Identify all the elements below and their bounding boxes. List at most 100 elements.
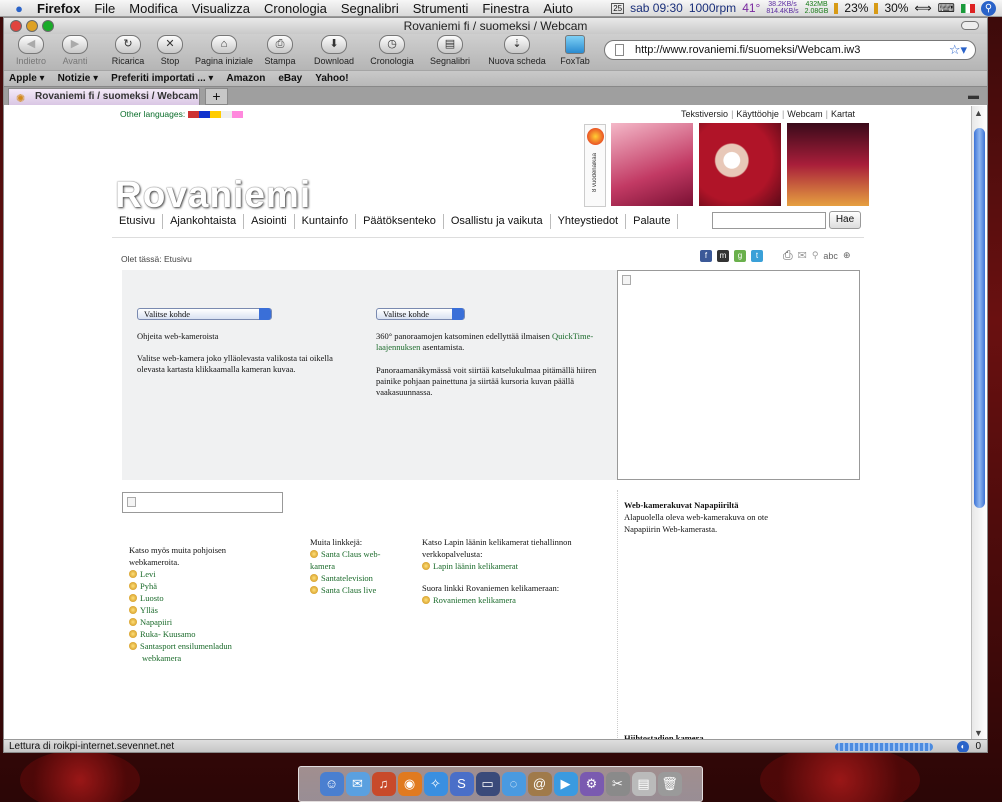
flag-italy-icon[interactable] bbox=[961, 3, 975, 13]
nav-asiointi[interactable]: Asiointi bbox=[244, 213, 295, 229]
bookmark-apple[interactable]: Apple ▾ bbox=[9, 73, 45, 84]
utility-icon[interactable]: ✂ bbox=[605, 772, 630, 796]
system-preferences-icon[interactable]: ⚙ bbox=[579, 772, 604, 796]
nav-ajankohtaista[interactable]: Ajankohtaista bbox=[163, 213, 245, 229]
itunes-icon[interactable]: ♫ bbox=[371, 772, 396, 796]
bookmark-preferiti-importati[interactable]: Preferiti importati ... ▾ bbox=[111, 73, 213, 84]
link-santasport[interactable]: Santasport ensilumenladun webkamera bbox=[129, 640, 254, 664]
quicktime-icon[interactable]: ▶ bbox=[553, 772, 578, 796]
new-tab-button[interactable]: ⇣ Nuova scheda bbox=[482, 35, 552, 66]
nav-osallistu[interactable]: Osallistu ja vaikuta bbox=[444, 213, 551, 229]
nav-paatoksenteko[interactable]: Päätöksenteko bbox=[356, 213, 444, 229]
foxtab-button[interactable]: FoxTab bbox=[556, 35, 594, 66]
back-button[interactable]: ◀ Indietro bbox=[10, 35, 52, 66]
trash-icon[interactable]: 🗑 bbox=[657, 772, 682, 796]
language-flags-icon[interactable] bbox=[188, 111, 244, 119]
url-bar[interactable]: http://www.rovaniemi.fi/suomeksi/Webcam.… bbox=[604, 40, 976, 60]
menu-firefox[interactable]: Firefox bbox=[30, 1, 87, 16]
vertical-scrollbar[interactable]: ▲ ▼ bbox=[971, 106, 987, 740]
link-kartat[interactable]: Kartat bbox=[828, 109, 858, 119]
bookmark-amazon[interactable]: Amazon bbox=[226, 73, 265, 84]
apple-menu-icon[interactable]: ● bbox=[8, 1, 30, 16]
link-santatelevision[interactable]: Santatelevision bbox=[310, 572, 390, 584]
link-lapin-laanin-kelikamerat[interactable]: Lapin läänin kelikamerat bbox=[422, 560, 597, 572]
zoom-in-icon[interactable]: ⊕ bbox=[843, 250, 851, 261]
finder-icon[interactable]: ☺ bbox=[319, 772, 344, 796]
close-window-button[interactable] bbox=[10, 20, 22, 32]
link-tekstiversio[interactable]: Tekstiversio bbox=[678, 109, 731, 119]
select-camera-left[interactable]: Valitse kohde bbox=[137, 308, 272, 320]
google-bookmark-icon[interactable]: g bbox=[734, 249, 746, 262]
bookmark-yahoo[interactable]: Yahoo! bbox=[315, 73, 348, 84]
reload-button[interactable]: ↻ Ricarica bbox=[106, 35, 150, 66]
tab-rovaniemi-webcam[interactable]: ✺ Rovaniemi fi / suomeksi / Webcam bbox=[8, 88, 200, 105]
nav-etusivu[interactable]: Etusivu bbox=[112, 213, 164, 229]
nav-palaute[interactable]: Palaute bbox=[626, 213, 679, 229]
download-button[interactable]: ⬇ Download bbox=[308, 35, 360, 66]
zoom-window-button[interactable] bbox=[42, 20, 54, 32]
skype-icon[interactable]: S bbox=[449, 772, 474, 796]
scroll-up-icon[interactable]: ▲ bbox=[974, 108, 983, 118]
tab-list-menu-icon[interactable]: ▬ bbox=[968, 90, 979, 102]
print-button[interactable]: ⎙ Stampa bbox=[260, 35, 300, 66]
link-kayttoohje[interactable]: Käyttöohje bbox=[733, 109, 782, 119]
nav-yhteystiedot[interactable]: Yhteystiedot bbox=[551, 213, 627, 229]
status-bar: Lettura di roikpi-internet.sevennet.net … bbox=[4, 739, 987, 752]
menu-aiuto[interactable]: Aiuto bbox=[536, 1, 580, 16]
address-book-icon[interactable]: @ bbox=[527, 772, 552, 796]
mail-icon[interactable]: ✉ bbox=[345, 772, 370, 796]
safari-icon[interactable]: ✧ bbox=[423, 772, 448, 796]
link-santa-claus-live[interactable]: Santa Claus live bbox=[310, 584, 390, 596]
clock[interactable]: sab 09:30 bbox=[630, 1, 683, 15]
menu-visualizza[interactable]: Visualizza bbox=[185, 1, 257, 16]
link-yllas[interactable]: Ylläs bbox=[129, 604, 254, 616]
keyboard-icon[interactable]: ⌨ bbox=[938, 1, 955, 15]
link-luosto[interactable]: Luosto bbox=[129, 592, 254, 604]
display-arrows-icon[interactable]: ⟺ bbox=[914, 1, 931, 15]
zoom-out-icon[interactable]: ⚲ bbox=[812, 250, 819, 261]
menu-modifica[interactable]: Modifica bbox=[122, 1, 184, 16]
bookmark-notizie[interactable]: Notizie ▾ bbox=[58, 73, 99, 84]
link-pyha[interactable]: Pyhä bbox=[129, 580, 254, 592]
scroll-down-icon[interactable]: ▼ bbox=[974, 728, 983, 738]
minimize-window-button[interactable] bbox=[26, 20, 38, 32]
spotlight-search-icon[interactable]: ⚲ bbox=[981, 0, 996, 16]
link-santa-claus-webcam[interactable]: Santa Claus web-kamera bbox=[310, 548, 390, 572]
link-rovaniemen-kelikamera[interactable]: Rovaniemen kelikamera bbox=[422, 594, 597, 606]
link-levi[interactable]: Levi bbox=[129, 568, 254, 580]
calendar-icon[interactable]: 25 bbox=[611, 2, 625, 14]
link-ruka-kuusamo[interactable]: Ruka- Kuusamo bbox=[129, 628, 254, 640]
menu-finestra[interactable]: Finestra bbox=[475, 1, 536, 16]
scrollbar-thumb[interactable] bbox=[974, 128, 985, 508]
firefox-icon[interactable]: ◉ bbox=[397, 772, 422, 796]
new-tab-plus-button[interactable]: + bbox=[205, 88, 228, 105]
bookmarks-button[interactable]: ▤ Segnalibri bbox=[424, 35, 476, 66]
bookmark-ebay[interactable]: eBay bbox=[278, 73, 302, 84]
adblock-icon[interactable]: ◐ bbox=[957, 741, 969, 752]
menu-cronologia[interactable]: Cronologia bbox=[257, 1, 334, 16]
site-search-input[interactable] bbox=[712, 212, 826, 229]
link-webcam[interactable]: Webcam bbox=[784, 109, 825, 119]
seasons-logo-tile[interactable]: 8 vuodenaikaa bbox=[584, 124, 606, 207]
menu-segnalibri[interactable]: Segnalibri bbox=[334, 1, 406, 16]
facebook-icon[interactable]: f bbox=[700, 249, 712, 262]
twitter-icon[interactable]: t bbox=[751, 249, 763, 262]
history-button[interactable]: ◷ Cronologia bbox=[366, 35, 418, 66]
link-napapiiri[interactable]: Napapiiri bbox=[129, 616, 254, 628]
ichat-icon[interactable]: ◌ bbox=[501, 772, 526, 796]
print-page-icon[interactable]: ⎙ bbox=[783, 248, 793, 263]
myspace-icon[interactable]: m bbox=[717, 249, 729, 262]
select-camera-right[interactable]: Valitse kohde bbox=[376, 308, 465, 320]
downloads-stack-icon[interactable]: ▤ bbox=[631, 772, 656, 796]
site-search-button[interactable]: Hae bbox=[829, 211, 861, 229]
menu-file[interactable]: File bbox=[87, 1, 122, 16]
bookmark-star-icon[interactable]: ☆▾ bbox=[949, 41, 967, 59]
monitor-icon[interactable]: ▭ bbox=[475, 772, 500, 796]
stop-button[interactable]: ✕ Stop bbox=[152, 35, 188, 66]
forward-button[interactable]: ▶ Avanti bbox=[54, 35, 96, 66]
home-button[interactable]: ⌂ Pagina iniziale bbox=[192, 35, 256, 66]
toolbar-toggle-button[interactable] bbox=[961, 21, 979, 30]
email-icon[interactable]: ✉ bbox=[798, 249, 807, 262]
nav-kuntainfo[interactable]: Kuntainfo bbox=[295, 213, 357, 229]
menu-strumenti[interactable]: Strumenti bbox=[406, 1, 476, 16]
